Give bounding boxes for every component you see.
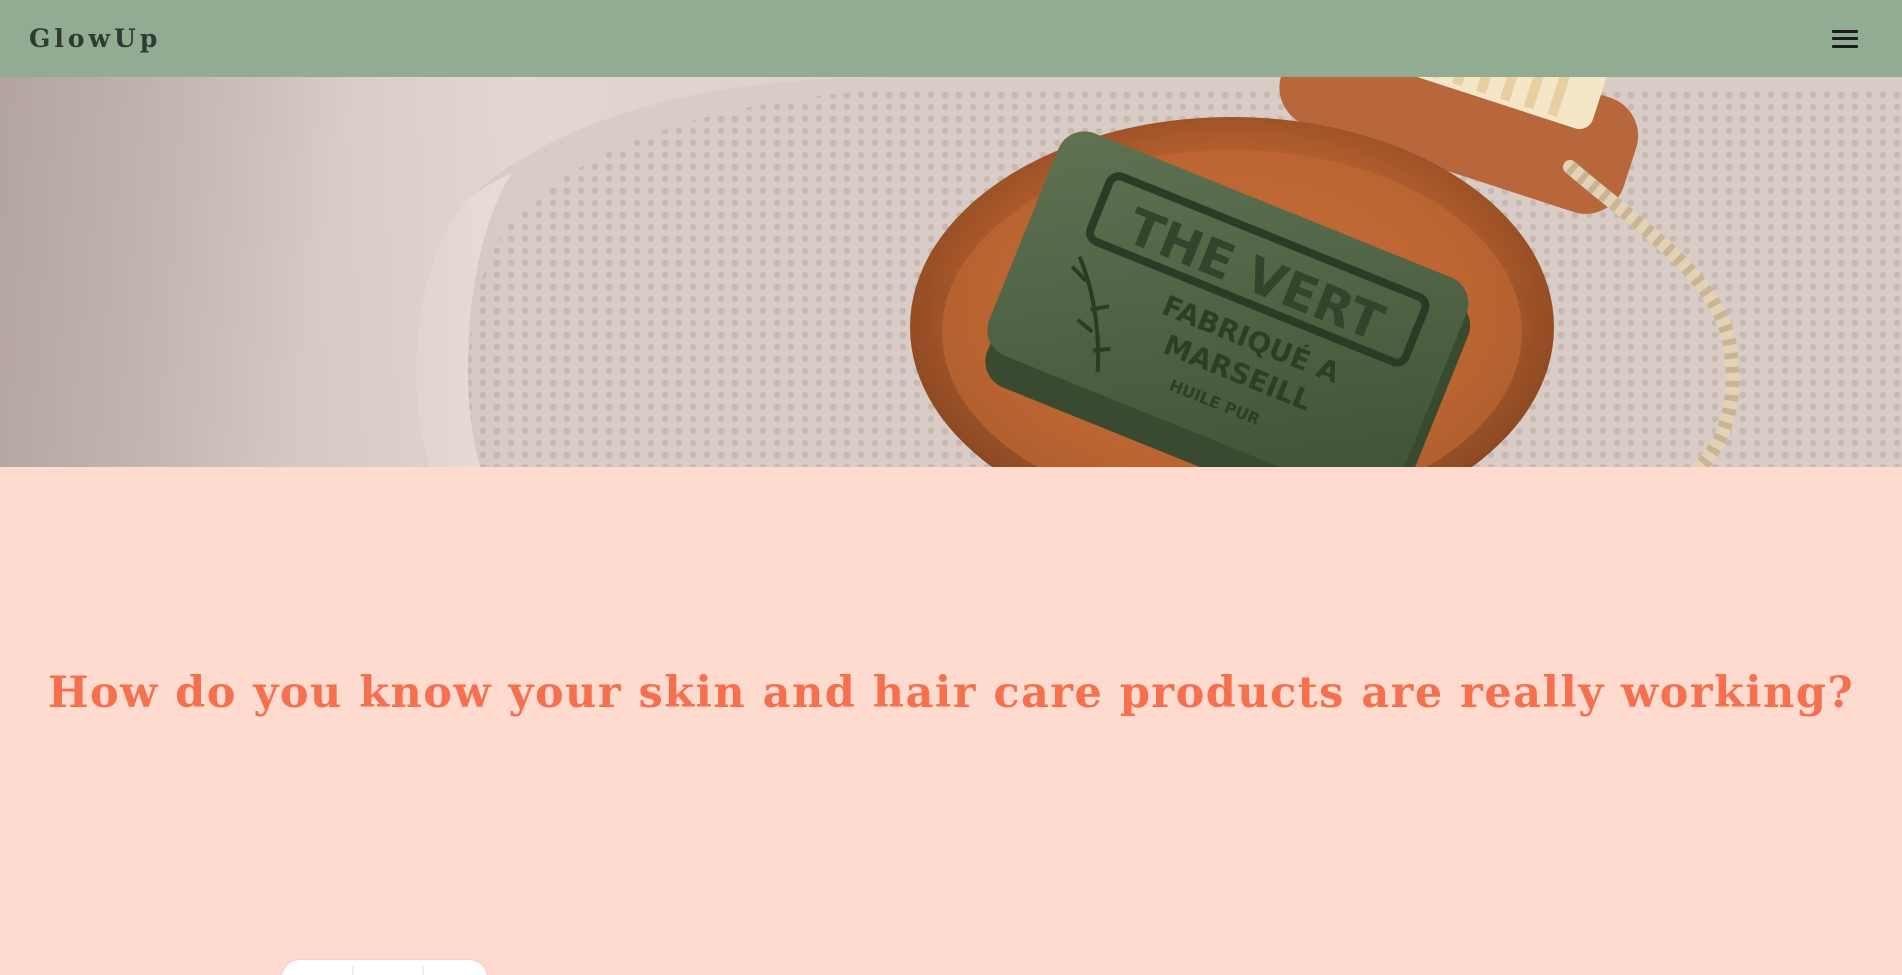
hamburger-menu-icon[interactable] (1830, 27, 1860, 51)
menu-line (1832, 44, 1858, 48)
menu-line (1832, 37, 1858, 40)
hero-soap-illustration: THE VERT FABRIQUÉ A MARSEILL HUILE PUR (0, 77, 1902, 467)
navbar: GlowUp (0, 0, 1902, 77)
headline-section: How do you know your skin and hair care … (0, 668, 1902, 718)
brand-logo[interactable]: GlowUp (29, 24, 161, 53)
page-headline: How do you know your skin and hair care … (47, 668, 1855, 718)
hero-image: THE VERT FABRIQUÉ A MARSEILL HUILE PUR (0, 77, 1902, 467)
product-image-peek (282, 960, 487, 975)
menu-line (1832, 29, 1858, 33)
